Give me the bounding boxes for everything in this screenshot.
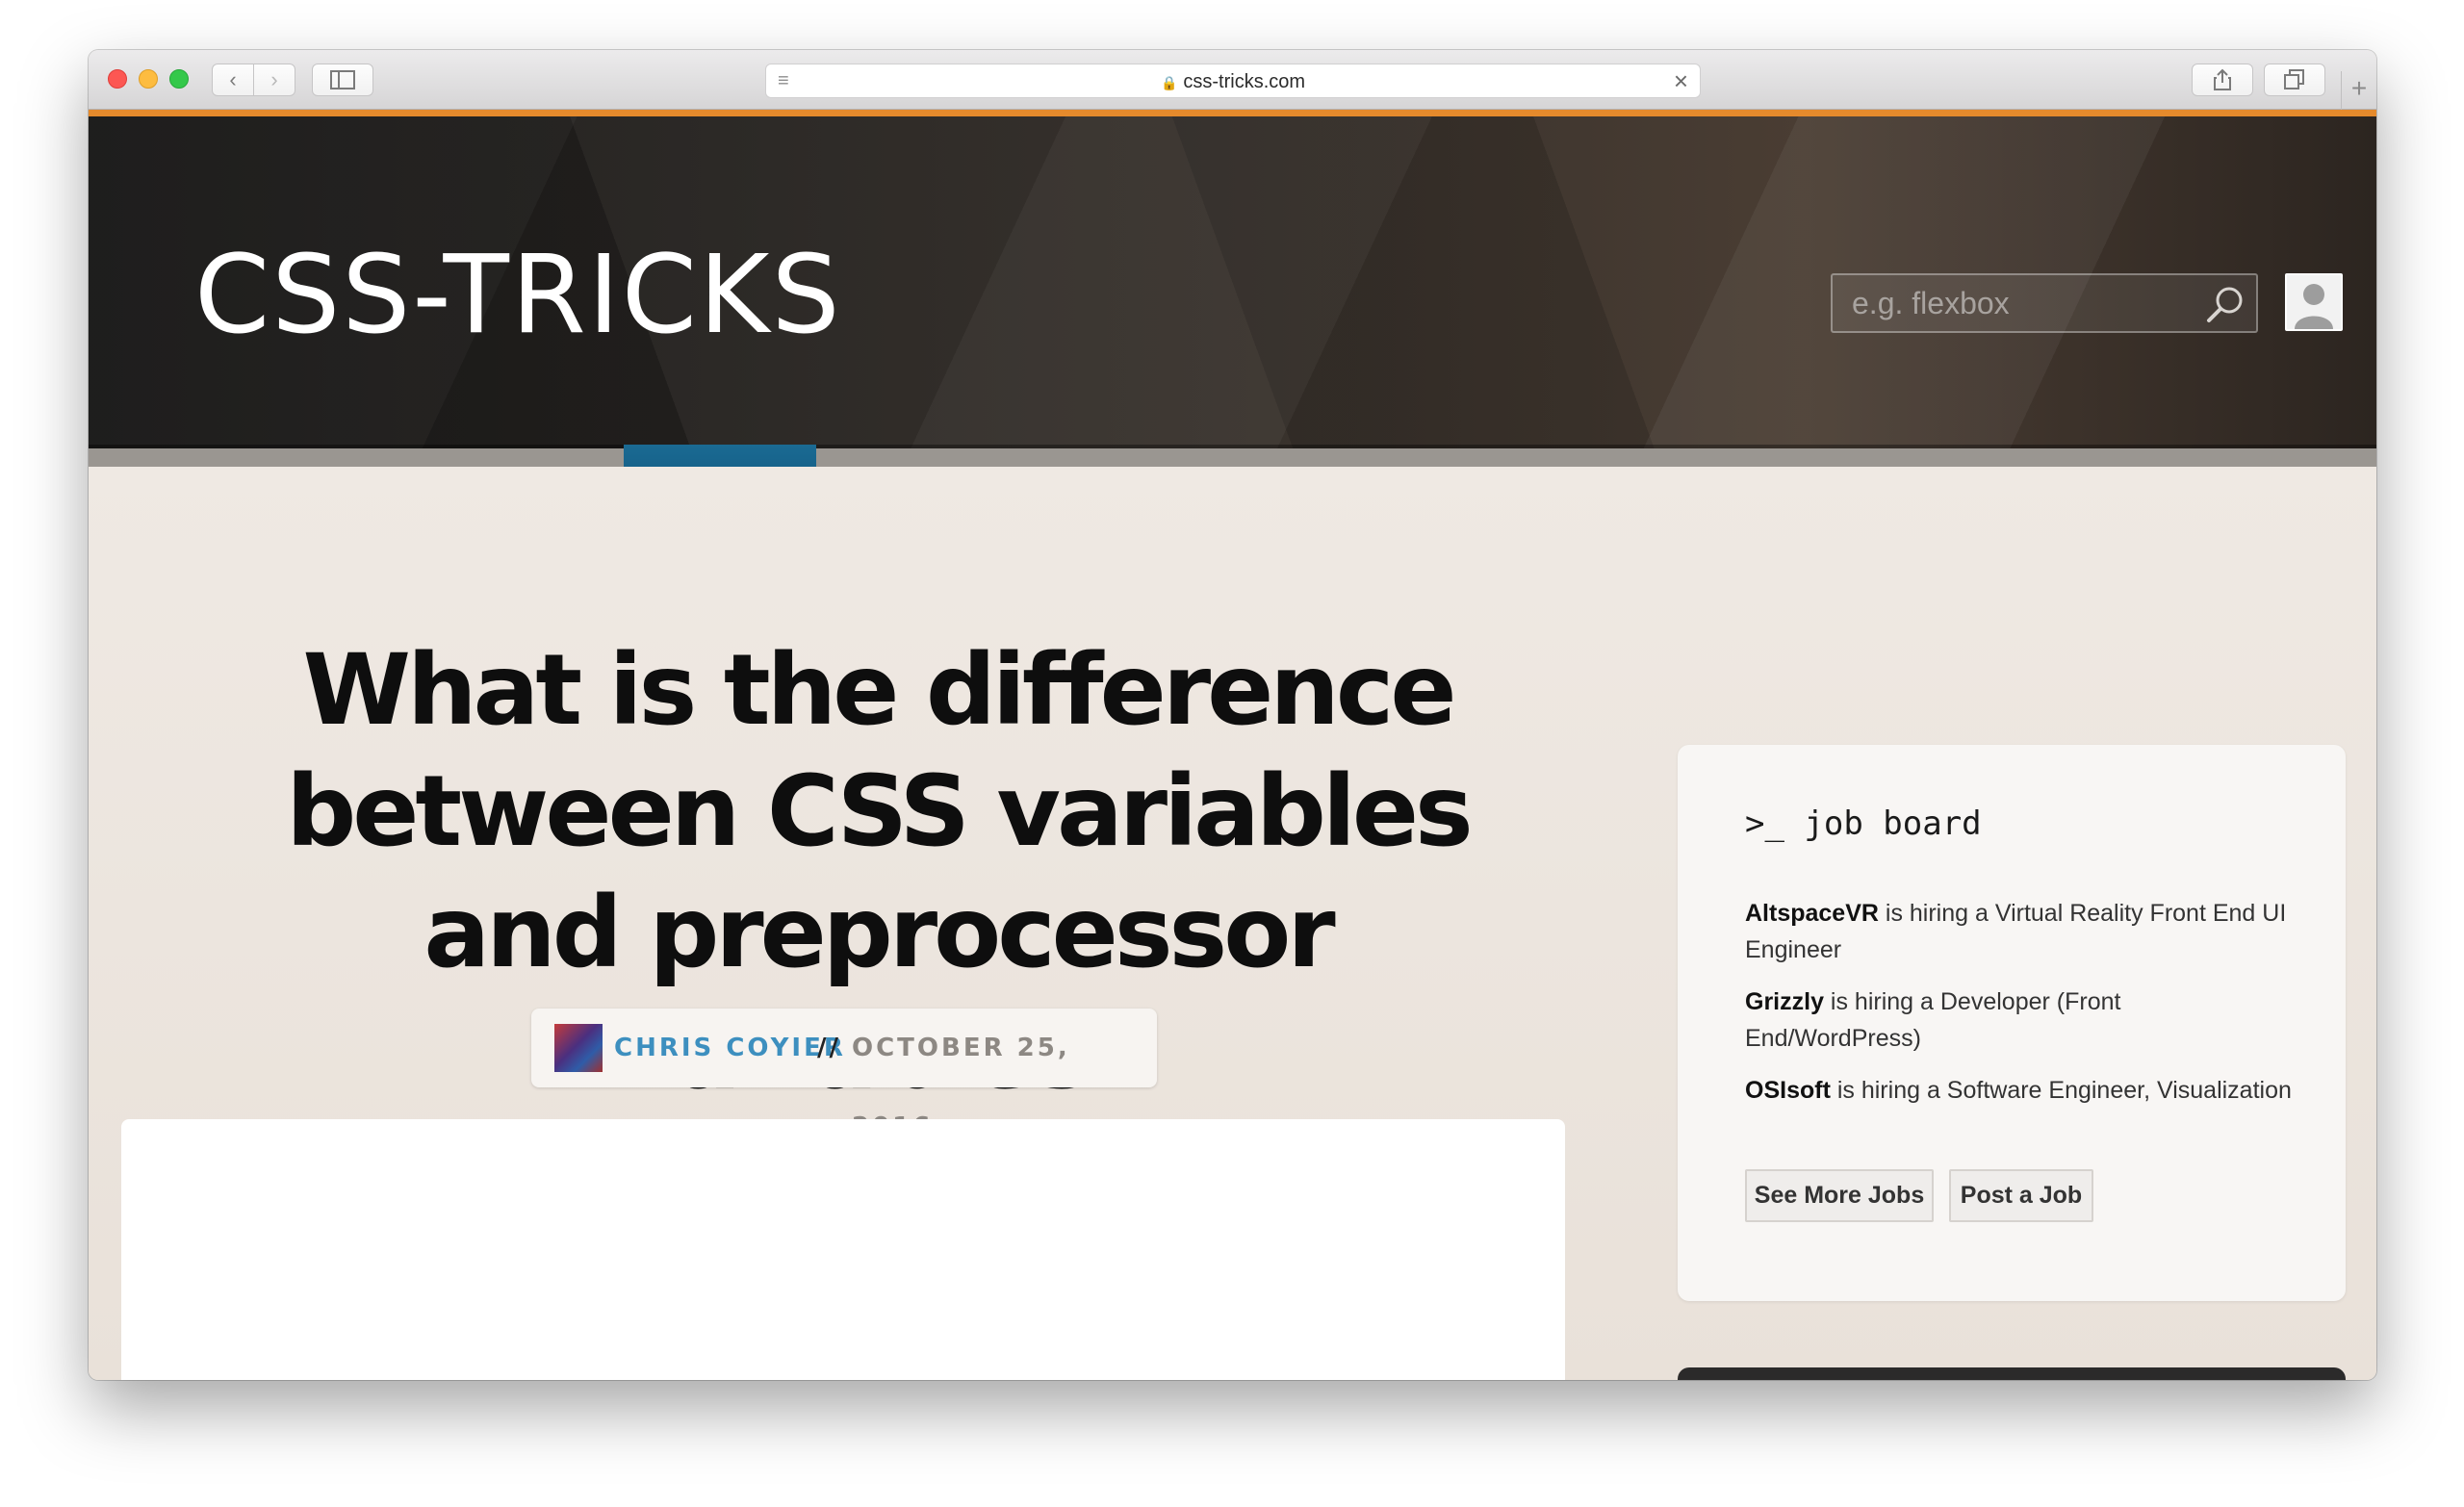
show-tabs-button[interactable] — [2264, 64, 2325, 96]
browser-window: ‹ › ≡ 🔒css-tricks.com × + CSS-TRICKS Blo… — [89, 50, 2376, 1380]
user-avatar-button[interactable] — [2285, 273, 2343, 331]
sidebar-button[interactable] — [312, 64, 373, 96]
site-logo[interactable]: CSS-TRICKS — [194, 242, 842, 349]
close-icon[interactable]: × — [1674, 66, 1688, 96]
back-button[interactable]: ‹ — [212, 64, 254, 96]
zoom-window-button[interactable] — [169, 69, 189, 89]
job-item[interactable]: AltspaceVR is hiring a Virtual Reality F… — [1745, 895, 2303, 968]
user-icon — [2295, 284, 2333, 329]
accent-bar — [89, 110, 2376, 116]
tabs-icon — [2284, 69, 2304, 89]
lock-icon: 🔒 — [1160, 75, 1178, 90]
author-avatar[interactable] — [554, 1024, 603, 1072]
job-item[interactable]: Grizzly is hiring a Developer (Front End… — [1745, 983, 2303, 1057]
close-window-button[interactable] — [108, 69, 127, 89]
byline-separator: // — [817, 1034, 841, 1062]
job-board: >_ job board AltspaceVR is hiring a Virt… — [1678, 745, 2346, 1301]
share-button[interactable] — [2192, 64, 2253, 96]
article-byline: CHRIS COYIER // OCTOBER 25, 2016 — [531, 1009, 1157, 1141]
search-input[interactable] — [1833, 275, 2198, 331]
browser-toolbar: ‹ › ≡ 🔒 css-tricks.com × + — [89, 50, 2376, 110]
see-more-jobs-button[interactable]: See More Jobs — [1745, 1169, 1934, 1222]
search-icon[interactable] — [2204, 283, 2246, 325]
job-company: AltspaceVR — [1745, 900, 1879, 927]
sidebar-icon — [330, 70, 355, 89]
url-text: css-tricks.com — [1183, 71, 1306, 92]
post-job-button[interactable]: Post a Job — [1949, 1169, 2093, 1222]
site-header: CSS-TRICKS Blog Videos Almanac Snippets … — [89, 116, 2376, 533]
plus-icon: + — [2350, 73, 2368, 103]
author-link[interactable]: CHRIS COYIER — [614, 1009, 846, 1087]
new-tab-button[interactable]: + — [2341, 71, 2376, 110]
chevron-left-icon: ‹ — [229, 67, 237, 91]
job-company: Grizzly — [1745, 988, 1824, 1015]
job-company: OSIsoft — [1745, 1077, 1831, 1104]
minimize-window-button[interactable] — [139, 69, 158, 89]
job-item[interactable]: OSIsoft is hiring a Software Engineer, V… — [1745, 1072, 2303, 1109]
article-body-card — [121, 1119, 1565, 1380]
job-list: AltspaceVR is hiring a Virtual Reality F… — [1745, 895, 2303, 1124]
page-content: What is the difference between CSS varia… — [89, 467, 2376, 1380]
job-board-title: >_ job board — [1745, 805, 1982, 843]
search-form — [1831, 273, 2258, 333]
url-display[interactable]: 🔒 css-tricks.com — [766, 71, 1700, 93]
address-bar[interactable]: ≡ 🔒 css-tricks.com × — [765, 64, 1701, 98]
chevron-right-icon: › — [270, 67, 278, 91]
job-description: is hiring a Software Engineer, Visualiza… — [1830, 1077, 2292, 1104]
share-icon — [2214, 68, 2231, 90]
sidebar-dark-card — [1678, 1367, 2346, 1380]
forward-button[interactable]: › — [253, 64, 295, 96]
logo-text: CSS-TRICKS — [194, 233, 842, 358]
